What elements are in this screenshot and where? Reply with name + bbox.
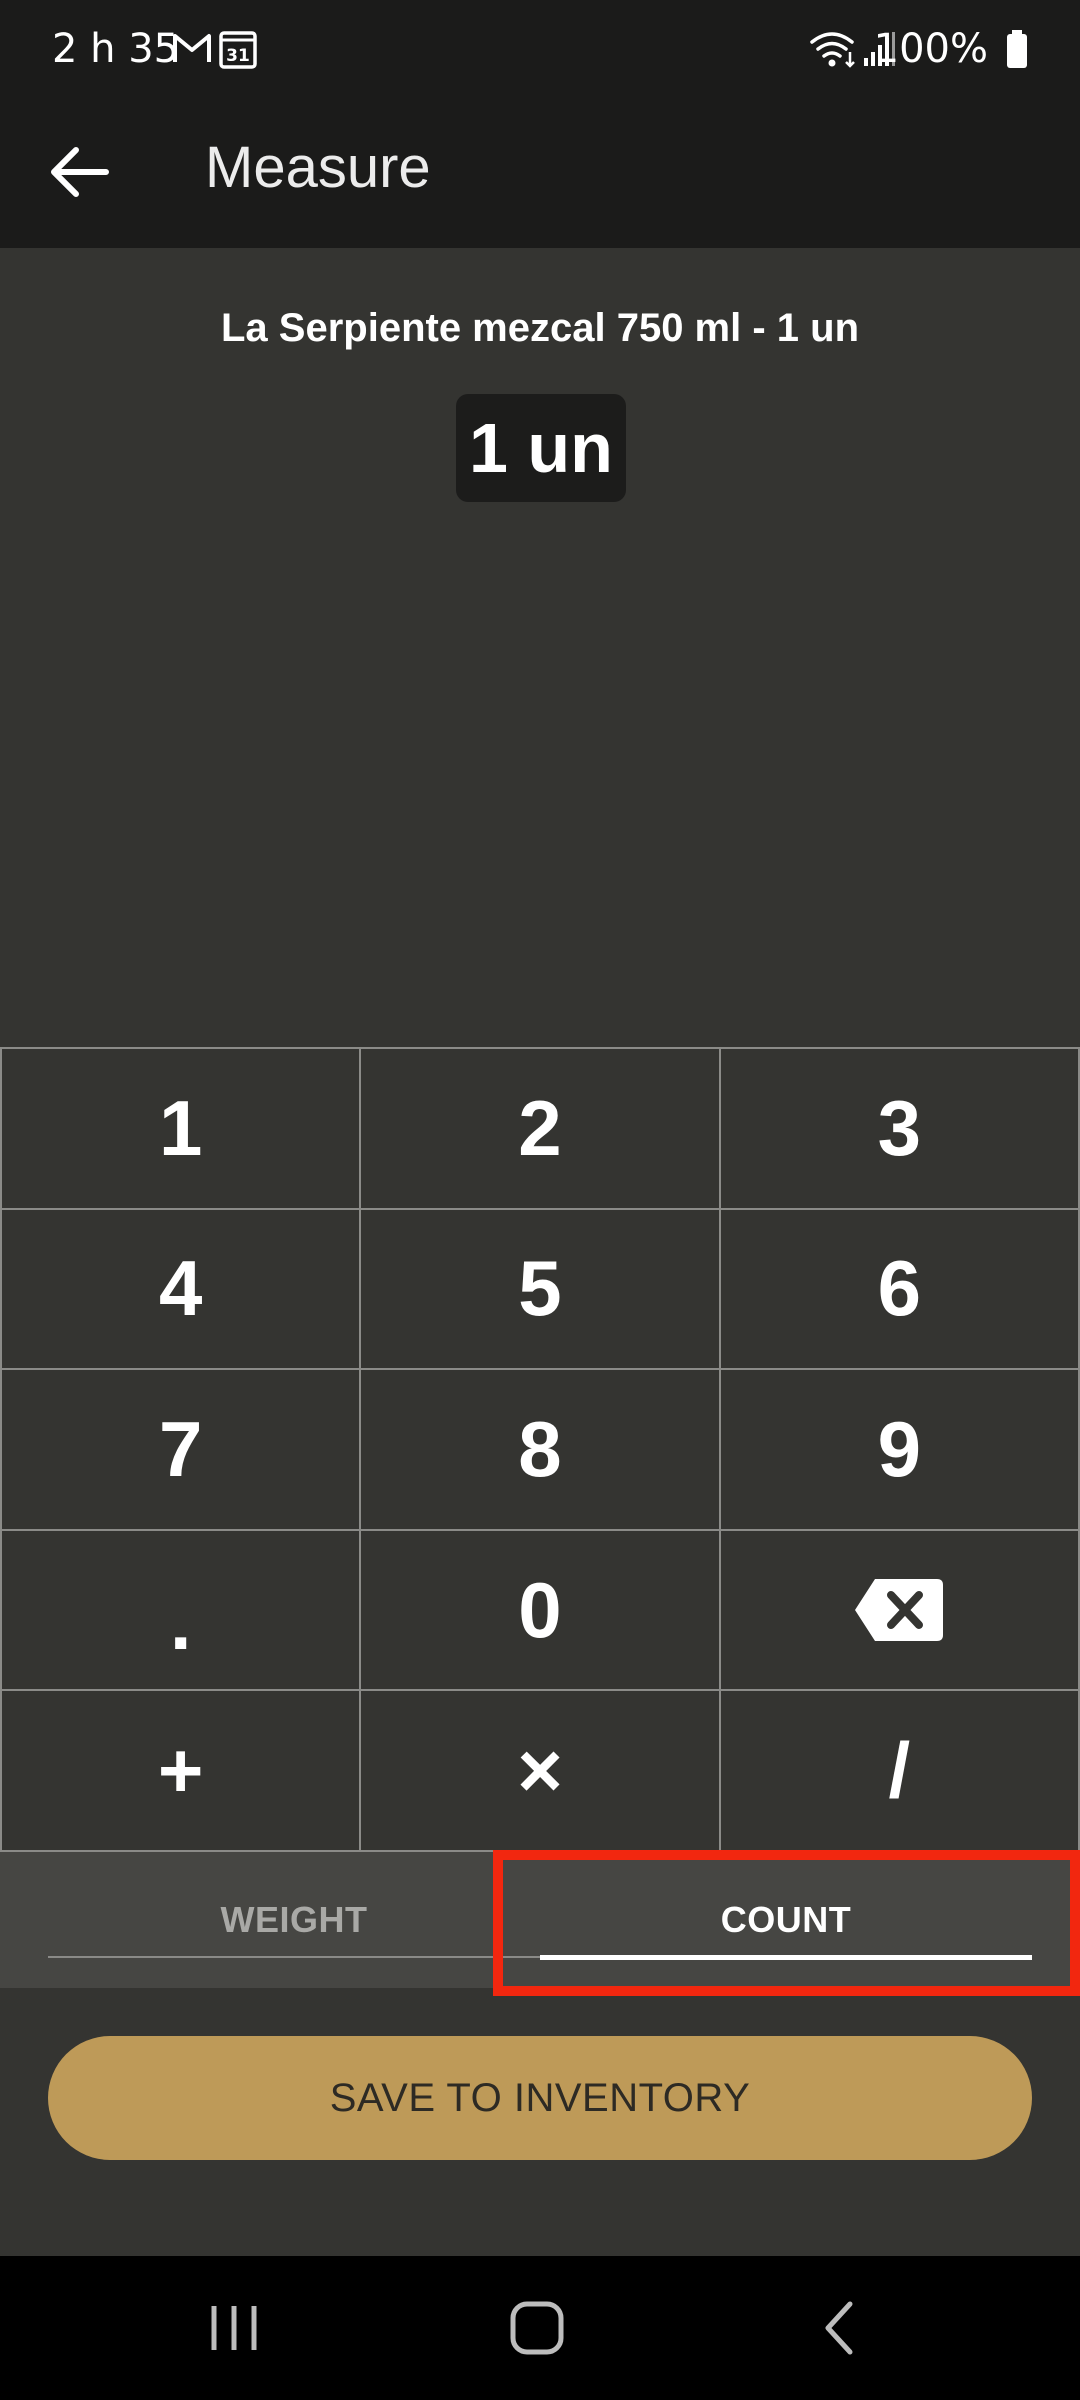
gmail-icon — [172, 30, 212, 71]
key-label: 8 — [518, 1404, 562, 1493]
recent-apps-icon — [211, 2306, 257, 2350]
key-divide[interactable]: / — [720, 1691, 1080, 1852]
key-label: 7 — [158, 1404, 203, 1493]
key-label: 2 — [518, 1083, 562, 1172]
key-label: 1 — [158, 1083, 203, 1172]
screen: 2 h 35 31 100% Measure La Serpiente mezc… — [0, 0, 1080, 2400]
tab-count-label: COUNT — [720, 1899, 852, 1940]
arrow-left-icon — [51, 147, 109, 197]
key-label: / — [888, 1726, 911, 1815]
key-multiply[interactable]: × — [361, 1691, 721, 1852]
tab-count[interactable]: COUNT — [540, 1852, 1032, 1988]
navigation-bar — [0, 2256, 1080, 2400]
battery-percentage: 100% — [873, 26, 988, 72]
key-label: 5 — [518, 1244, 562, 1333]
battery-icon — [1006, 30, 1028, 75]
backspace-icon — [855, 1579, 944, 1642]
home-icon — [510, 2301, 564, 2355]
key-7[interactable]: 7 — [2, 1370, 362, 1531]
key-4[interactable]: 4 — [2, 1209, 362, 1371]
page-title: Measure — [205, 135, 431, 200]
key-0[interactable]: 0 — [361, 1530, 721, 1692]
key-2[interactable]: 2 — [361, 1049, 721, 1210]
keypad: 1 2 3 4 5 6 7 8 9 . 0 + × / — [0, 1047, 1080, 1852]
back-nav-icon — [825, 2301, 853, 2355]
key-label: . — [169, 1577, 192, 1666]
nav-back-button[interactable] — [740, 2256, 940, 2400]
key-6[interactable]: 6 — [720, 1209, 1080, 1371]
key-3[interactable]: 3 — [720, 1049, 1080, 1210]
key-plus[interactable]: + — [2, 1691, 362, 1852]
key-label: 3 — [877, 1083, 922, 1172]
back-button[interactable] — [40, 132, 120, 212]
tab-count-indicator — [540, 1955, 1032, 1960]
key-8[interactable]: 8 — [361, 1370, 721, 1531]
item-name: La Serpiente mezcal 750 ml - 1 un — [220, 306, 860, 350]
app-bar: Measure — [0, 100, 1080, 248]
wifi-icon — [810, 30, 858, 75]
calendar-icon: 31 — [218, 28, 258, 75]
key-1[interactable]: 1 — [2, 1049, 362, 1210]
tab-weight-underline — [48, 1956, 540, 1958]
home-button[interactable] — [437, 2256, 637, 2400]
key-label: 0 — [518, 1565, 562, 1654]
calendar-day: 31 — [226, 46, 250, 66]
measure-value-display: 1 un — [456, 394, 626, 502]
key-label: 9 — [877, 1404, 922, 1493]
status-bar: 2 h 35 31 100% — [0, 0, 1080, 100]
tab-weight[interactable]: WEIGHT — [48, 1852, 540, 1988]
key-label: 6 — [877, 1244, 922, 1333]
key-label: × — [517, 1726, 563, 1815]
recent-apps-button[interactable] — [134, 2256, 334, 2400]
key-decimal[interactable]: . — [2, 1530, 362, 1692]
tab-weight-label: WEIGHT — [220, 1899, 368, 1940]
measure-type-tabs: WEIGHT COUNT — [0, 1852, 1080, 1988]
key-5[interactable]: 5 — [361, 1209, 721, 1371]
key-label: 4 — [158, 1244, 203, 1333]
key-backspace[interactable] — [720, 1530, 1080, 1692]
status-time: 2 h 35 — [52, 26, 180, 72]
key-9[interactable]: 9 — [720, 1370, 1080, 1531]
key-label: + — [157, 1726, 204, 1815]
save-to-inventory-button[interactable]: SAVE TO INVENTORY — [48, 2036, 1032, 2160]
